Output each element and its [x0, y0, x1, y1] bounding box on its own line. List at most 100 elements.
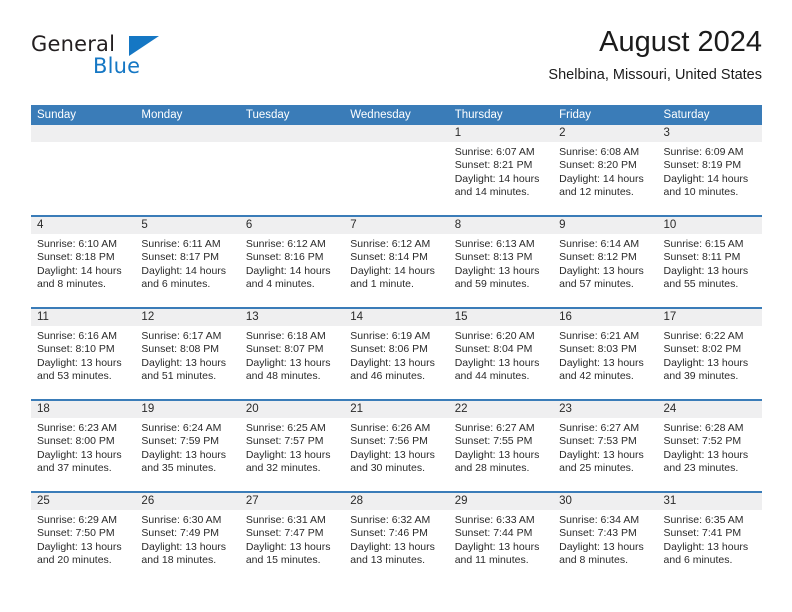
calendar-week-row: 1 Sunrise: 6:07 AM Sunset: 8:21 PM Daylight… [31, 125, 762, 215]
sunrise-time: Sunrise: 6:28 AM [663, 422, 744, 434]
calendar-day-cell[interactable]: 23 Sunrise: 6:27 AM Sunset: 7:53 PM Dayligh… [553, 401, 658, 491]
calendar-day-cell[interactable]: 12 Sunrise: 6:17 AM Sunset: 8:08 PM Dayligh… [135, 309, 240, 399]
day-number [31, 125, 136, 142]
calendar-day-cell[interactable]: 9 Sunrise: 6:14 AM Sunset: 8:12 PM Daylight… [553, 217, 658, 307]
calendar-day-cell[interactable]: 13 Sunrise: 6:18 AM Sunset: 8:07 PM Dayligh… [239, 309, 345, 399]
calendar-day-cell[interactable]: 31 Sunrise: 6:35 AM Sunset: 7:41 PM Dayligh… [657, 493, 762, 583]
calendar-day-cell[interactable]: 7 Sunrise: 6:12 AM Sunset: 8:14 PM Daylight… [344, 217, 449, 307]
weekday-sunday: Sunday [37, 109, 77, 121]
calendar-day-cell-empty [239, 125, 345, 215]
daylight-duration: Daylight: 13 hours and 32 minutes. [245, 448, 331, 475]
day-sun-info: Sunrise: 6:13 AM Sunset: 8:13 PM Daylight:… [449, 234, 553, 292]
calendar-day-cell[interactable]: 19 Sunrise: 6:24 AM Sunset: 7:59 PM Dayligh… [135, 401, 240, 491]
sunrise-time: Sunrise: 6:33 AM [454, 514, 535, 526]
calendar-day-cell[interactable]: 18 Sunrise: 6:23 AM Sunset: 8:00 PM Dayligh… [31, 401, 136, 491]
day-number: 26 [135, 493, 240, 510]
calendar-day-cell[interactable]: 21 Sunrise: 6:26 AM Sunset: 7:56 PM Dayligh… [344, 401, 449, 491]
calendar-day-cell[interactable]: 25 Sunrise: 6:29 AM Sunset: 7:50 PM Dayligh… [31, 493, 136, 583]
calendar-day-cell[interactable]: 11 Sunrise: 6:16 AM Sunset: 8:10 PM Dayligh… [31, 309, 136, 399]
day-sun-info: Sunrise: 6:28 AM Sunset: 7:52 PM Daylight:… [658, 418, 762, 476]
day-number: 10 [657, 217, 762, 234]
day-number: 8 [448, 217, 554, 234]
calendar-day-cell[interactable]: 15 Sunrise: 6:20 AM Sunset: 8:04 PM Dayligh… [448, 309, 554, 399]
daylight-duration: Daylight: 13 hours and 48 minutes. [245, 356, 331, 383]
daylight-duration: Daylight: 13 hours and 25 minutes. [559, 448, 644, 475]
calendar-day-cell[interactable]: 20 Sunrise: 6:25 AM Sunset: 7:57 PM Dayligh… [239, 401, 345, 491]
day-number: 13 [239, 309, 345, 326]
sunset-time: Sunset: 8:10 PM [37, 343, 115, 356]
day-sun-info: Sunrise: 6:24 AM Sunset: 7:59 PM Daylight:… [135, 418, 239, 476]
day-number: 4 [31, 217, 136, 234]
day-number: 31 [657, 493, 762, 510]
sunrise-time: Sunrise: 6:08 AM [559, 146, 640, 158]
weekday-saturday: Saturday [663, 109, 710, 121]
day-number: 9 [553, 217, 658, 234]
calendar-day-cell[interactable]: 27 Sunrise: 6:31 AM Sunset: 7:47 PM Dayligh… [239, 493, 345, 583]
day-sun-info: Sunrise: 6:08 AM Sunset: 8:20 PM Daylight:… [553, 142, 657, 200]
calendar-day-cell[interactable]: 4 Sunrise: 6:10 AM Sunset: 8:18 PM Daylight… [31, 217, 136, 307]
calendar-day-cell[interactable]: 29 Sunrise: 6:33 AM Sunset: 7:44 PM Dayligh… [448, 493, 554, 583]
calendar-day-cell[interactable]: 14 Sunrise: 6:19 AM Sunset: 8:06 PM Dayligh… [344, 309, 449, 399]
sunset-time: Sunset: 8:07 PM [245, 343, 324, 356]
calendar-day-cell[interactable]: 16 Sunrise: 6:21 AM Sunset: 8:03 PM Dayligh… [553, 309, 658, 399]
calendar-day-cell[interactable]: 6 Sunrise: 6:12 AM Sunset: 8:16 PM Daylight… [239, 217, 345, 307]
sunset-time: Sunset: 7:47 PM [245, 527, 324, 540]
calendar-day-cell[interactable]: 28 Sunrise: 6:32 AM Sunset: 7:46 PM Dayligh… [344, 493, 449, 583]
sunrise-time: Sunrise: 6:35 AM [663, 514, 744, 526]
sunrise-time: Sunrise: 6:23 AM [37, 422, 117, 434]
day-number: 1 [448, 125, 554, 142]
daylight-duration: Daylight: 13 hours and 11 minutes. [454, 540, 540, 567]
sunrise-time: Sunrise: 6:34 AM [559, 514, 640, 526]
sunset-time: Sunset: 7:55 PM [454, 435, 533, 448]
day-number: 23 [553, 401, 658, 418]
sunrise-time: Sunrise: 6:32 AM [350, 514, 431, 526]
day-sun-info: Sunrise: 6:18 AM Sunset: 8:07 PM Daylight:… [240, 326, 344, 384]
calendar-day-cell[interactable]: 10 Sunrise: 6:15 AM Sunset: 8:11 PM Dayligh… [657, 217, 762, 307]
calendar-day-cell[interactable]: 22 Sunrise: 6:27 AM Sunset: 7:55 PM Dayligh… [448, 401, 554, 491]
calendar-day-cell[interactable]: 30 Sunrise: 6:34 AM Sunset: 7:43 PM Dayligh… [553, 493, 658, 583]
page-subtitle: Shelbina, Missouri, United States [548, 67, 762, 83]
general-blue-logo[interactable]: General Blue [31, 32, 261, 88]
calendar-day-cell[interactable]: 3 Sunrise: 6:09 AM Sunset: 8:19 PM Daylight… [657, 125, 762, 215]
sunset-time: Sunset: 8:08 PM [141, 343, 220, 356]
daylight-duration: Daylight: 13 hours and 57 minutes. [559, 264, 644, 291]
sunrise-time: Sunrise: 6:10 AM [37, 238, 117, 250]
daylight-duration: Daylight: 13 hours and 20 minutes. [37, 540, 122, 567]
daylight-duration: Daylight: 13 hours and 28 minutes. [454, 448, 540, 475]
day-sun-info: Sunrise: 6:26 AM Sunset: 7:56 PM Daylight:… [344, 418, 448, 476]
calendar-day-cell[interactable]: 8 Sunrise: 6:13 AM Sunset: 8:13 PM Daylight… [448, 217, 554, 307]
daylight-duration: Daylight: 13 hours and 30 minutes. [350, 448, 435, 475]
logo-text-general: General [31, 32, 116, 56]
page-header: General Blue August 2024 Shelbina, Misso… [31, 24, 762, 96]
calendar-grid: Sunday Monday Tuesday Wednesday Thursday… [31, 105, 762, 583]
calendar-day-cell[interactable]: 5 Sunrise: 6:11 AM Sunset: 8:17 PM Daylight… [135, 217, 240, 307]
calendar-week-row: 25 Sunrise: 6:29 AM Sunset: 7:50 PM Dayligh… [31, 491, 762, 583]
daylight-duration: Daylight: 13 hours and 44 minutes. [454, 356, 540, 383]
day-sun-info: Sunrise: 6:20 AM Sunset: 8:04 PM Daylight:… [449, 326, 553, 384]
day-number: 27 [239, 493, 345, 510]
calendar-day-cell[interactable]: 2 Sunrise: 6:08 AM Sunset: 8:20 PM Daylight… [553, 125, 658, 215]
sunrise-time: Sunrise: 6:18 AM [245, 330, 326, 342]
page-title: August 2024 [599, 26, 762, 58]
calendar-week-row: 11 Sunrise: 6:16 AM Sunset: 8:10 PM Dayligh… [31, 307, 762, 399]
logo-text-blue: Blue [93, 54, 141, 78]
calendar-day-cell[interactable]: 1 Sunrise: 6:07 AM Sunset: 8:21 PM Daylight… [448, 125, 554, 215]
calendar-week-row: 18 Sunrise: 6:23 AM Sunset: 8:00 PM Dayligh… [31, 399, 762, 491]
daylight-duration: Daylight: 13 hours and 15 minutes. [245, 540, 331, 567]
daylight-duration: Daylight: 13 hours and 51 minutes. [141, 356, 227, 383]
daylight-duration: Daylight: 13 hours and 42 minutes. [559, 356, 644, 383]
daylight-duration: Daylight: 13 hours and 37 minutes. [37, 448, 122, 475]
calendar-day-cell[interactable]: 17 Sunrise: 6:22 AM Sunset: 8:02 PM Dayligh… [657, 309, 762, 399]
weekday-monday: Monday [141, 109, 183, 121]
day-number: 30 [553, 493, 658, 510]
sunrise-time: Sunrise: 6:14 AM [559, 238, 640, 250]
sunrise-time: Sunrise: 6:13 AM [454, 238, 535, 250]
day-sun-info: Sunrise: 6:12 AM Sunset: 8:14 PM Daylight:… [344, 234, 448, 292]
calendar-day-cell[interactable]: 24 Sunrise: 6:28 AM Sunset: 7:52 PM Dayligh… [657, 401, 762, 491]
calendar-day-cell[interactable]: 26 Sunrise: 6:30 AM Sunset: 7:49 PM Dayligh… [135, 493, 240, 583]
sunrise-time: Sunrise: 6:30 AM [141, 514, 222, 526]
sunrise-time: Sunrise: 6:07 AM [454, 146, 535, 158]
daylight-duration: Daylight: 13 hours and 46 minutes. [350, 356, 435, 383]
day-sun-info: Sunrise: 6:14 AM Sunset: 8:12 PM Daylight:… [553, 234, 657, 292]
sunrise-time: Sunrise: 6:24 AM [141, 422, 222, 434]
